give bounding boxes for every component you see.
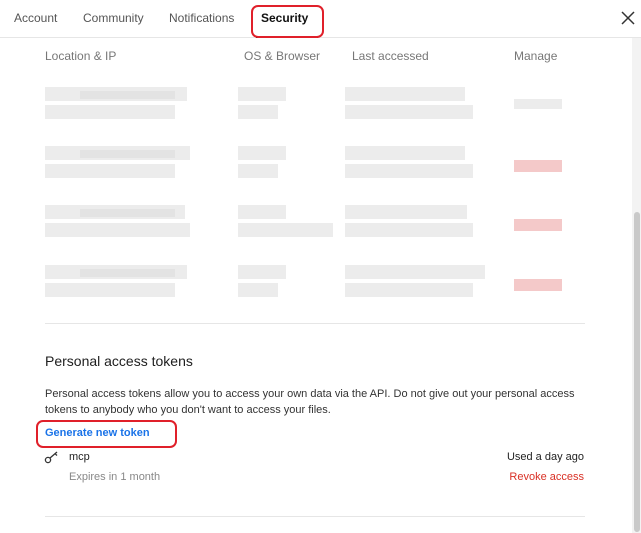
session-row — [45, 205, 585, 247]
revoke-access-link[interactable]: Revoke access — [509, 471, 584, 483]
col-header-manage: Manage — [514, 49, 558, 63]
col-header-os-browser: OS & Browser — [244, 49, 321, 63]
section-divider — [45, 516, 585, 517]
scrollbar-thumb[interactable] — [634, 212, 640, 532]
token-name: mcp — [69, 451, 90, 463]
session-row — [45, 146, 585, 188]
tab-account[interactable]: Account — [14, 11, 57, 25]
tokens-section-title: Personal access tokens — [45, 353, 193, 369]
tab-security[interactable]: Security — [261, 11, 308, 25]
revoke-session-button[interactable] — [514, 279, 562, 291]
key-icon — [44, 451, 58, 464]
session-row — [45, 265, 585, 307]
col-header-location: Location & IP — [45, 49, 117, 63]
settings-tabs: Account Community Notifications Security — [0, 0, 641, 38]
tokens-description: Personal access tokens allow you to acce… — [45, 388, 575, 416]
active-tab-indicator — [256, 36, 318, 38]
tab-notifications[interactable]: Notifications — [169, 11, 234, 25]
close-icon[interactable] — [619, 9, 637, 27]
section-divider — [45, 323, 585, 324]
revoke-session-button[interactable] — [514, 219, 562, 231]
revoke-session-button[interactable] — [514, 160, 562, 172]
col-header-last-accessed: Last accessed — [352, 49, 429, 63]
token-last-used: Used a day ago — [506, 451, 584, 463]
generate-token-link[interactable]: Generate new token — [45, 427, 150, 439]
tab-community[interactable]: Community — [83, 11, 144, 25]
token-expiry: Expires in 1 month — [69, 471, 161, 483]
session-row — [45, 87, 585, 129]
